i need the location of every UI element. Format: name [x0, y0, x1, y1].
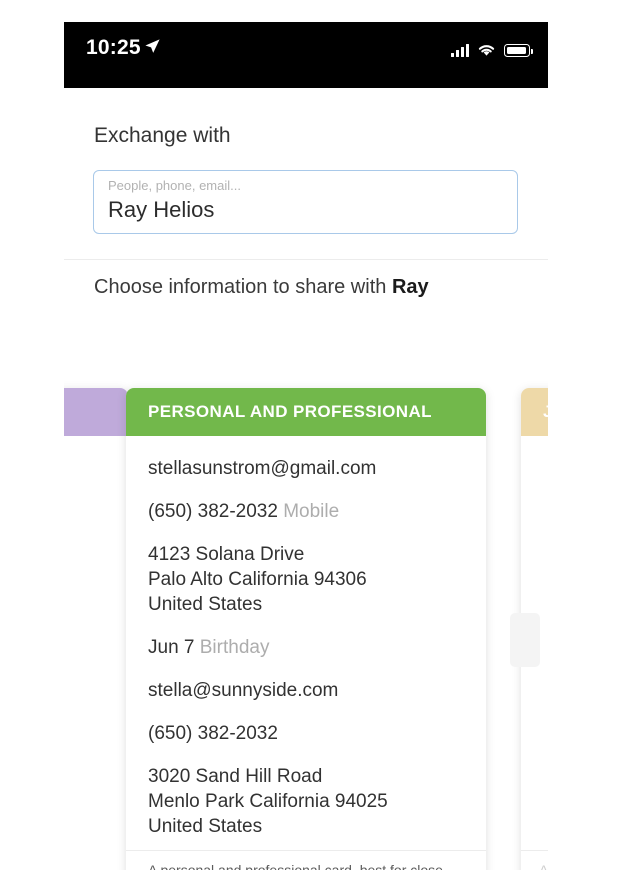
card-next-footer: A wi [521, 850, 548, 870]
card-field-value: 4123 Solana Drive [148, 544, 305, 565]
content-sheet: Exchange with People, phone, email... Ra… [64, 88, 548, 870]
status-bar-time: 10:25 [86, 36, 141, 59]
card-next-header: J [521, 388, 548, 436]
card-field-row[interactable]: (650) 382-2032 [148, 721, 464, 746]
card-field-row[interactable]: stella@sunnyside.com [148, 678, 464, 703]
choose-title-recipient: Ray [391, 276, 429, 298]
card-field-value: (650) 382-2032 [148, 723, 278, 744]
card-field-value: 3020 Sand Hill Road [148, 766, 323, 787]
card-field-value: Jun 7 [148, 637, 195, 658]
card-field-row[interactable]: 4123 Solana Drive Palo Alto California 94… [148, 542, 464, 617]
card-personal-and-professional[interactable]: PERSONAL AND PROFESSIONAL stellasunstrom… [126, 388, 486, 870]
card-field-value: stellasunstrom@gmail.com [148, 458, 377, 479]
card-main-body: stellasunstrom@gmail.com (650) 382-2032 M… [126, 436, 486, 850]
section-divider [64, 259, 548, 260]
card-carousel[interactable]: J A wi PERSONAL AND PROFESSIONAL stellas… [64, 310, 548, 870]
card-previous[interactable] [64, 388, 128, 870]
card-field-value: United States [148, 594, 263, 615]
card-field-row[interactable]: (650) 382-2032 Mobile [148, 499, 464, 524]
choose-information-title: Choose information to share with Ray [94, 276, 429, 299]
card-field-value: Menlo Park California 94025 [148, 791, 388, 812]
cellular-signal-icon [451, 43, 469, 57]
choose-title-prefix: Choose information to share with [94, 276, 392, 298]
recipient-input[interactable]: People, phone, email... Ray Helios [93, 170, 518, 234]
exchange-with-title: Exchange with [94, 124, 231, 147]
location-arrow-icon [145, 39, 160, 53]
card-field-value: stella@sunnyside.com [148, 680, 339, 701]
card-field-row[interactable]: stellasunstrom@gmail.com [148, 456, 464, 481]
card-main-header-title: PERSONAL AND PROFESSIONAL [148, 402, 432, 421]
card-field-value: United States [148, 816, 263, 837]
phone-frame: Exchange with People, phone, email... Ra… [64, 22, 548, 870]
card-previous-header [64, 388, 128, 436]
card-main-footer: A personal and professional card, best f… [126, 850, 486, 870]
card-field-label: Birthday [194, 637, 270, 658]
card-field-row[interactable]: 3020 Sand Hill Road Menlo Park California… [148, 764, 464, 839]
recipient-input-value: Ray Helios [108, 197, 215, 222]
carousel-edge-tab [510, 613, 540, 667]
status-bar: 10:25 [64, 22, 548, 88]
card-field-value: (650) 382-2032 [148, 501, 278, 522]
status-bar-icons [451, 39, 533, 57]
card-main-footer-note: A personal and professional card, best f… [148, 862, 443, 870]
card-next-header-title: J [543, 402, 548, 422]
recipient-input-label: People, phone, email... [108, 178, 241, 193]
card-field-row[interactable]: Jun 7 Birthday [148, 635, 464, 660]
card-field-label: Mobile [277, 501, 340, 522]
wifi-icon [478, 45, 495, 56]
card-main-header: PERSONAL AND PROFESSIONAL [126, 388, 486, 436]
battery-icon [504, 44, 533, 57]
card-next-footer-note: A wi [539, 862, 548, 870]
card-field-value: Palo Alto California 94306 [148, 569, 367, 590]
